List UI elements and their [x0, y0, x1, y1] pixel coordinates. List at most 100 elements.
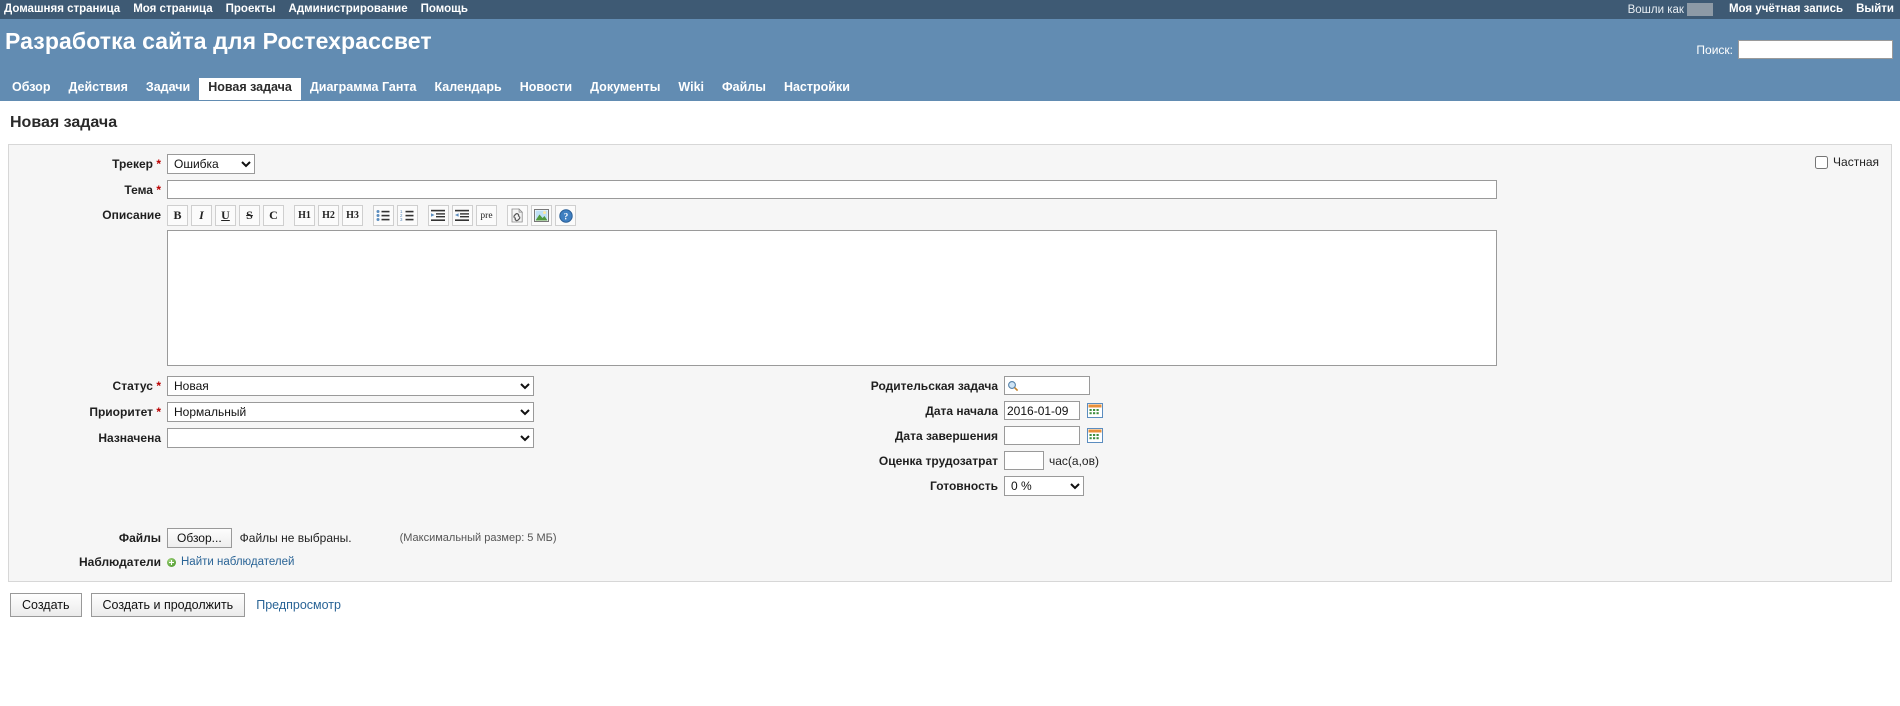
search-area: Поиск:	[1696, 40, 1893, 59]
nav-projects[interactable]: Проекты	[226, 0, 276, 19]
start-date-row: Дата начала	[844, 401, 1103, 420]
tracker-row: Трекер * Ошибка	[19, 154, 1881, 174]
search-label: Поиск:	[1696, 42, 1733, 57]
preformatted-icon[interactable]: pre	[476, 205, 497, 226]
description-textarea[interactable]	[167, 230, 1497, 366]
assignee-label: Назначена	[19, 431, 167, 445]
heading-2-icon[interactable]: H2	[318, 205, 339, 226]
unordered-list-icon[interactable]	[373, 205, 394, 226]
nav-administration[interactable]: Администрирование	[289, 0, 408, 19]
underline-icon[interactable]: U	[215, 205, 236, 226]
issue-form: Частная Трекер * Ошибка Тема * Описание	[8, 144, 1892, 582]
tab-calendar[interactable]: Календарь	[425, 77, 510, 100]
search-input[interactable]	[1738, 40, 1893, 59]
status-select[interactable]: Новая	[167, 376, 534, 396]
tracker-select[interactable]: Ошибка	[167, 154, 255, 174]
create-button[interactable]: Создать	[10, 593, 82, 617]
tab-documents[interactable]: Документы	[581, 77, 669, 100]
files-label: Файлы	[19, 531, 167, 545]
subject-label: Тема *	[19, 183, 167, 197]
files-row: Файлы Обзор... Файлы не выбраны. (Максим…	[19, 528, 1881, 548]
status-label: Статус *	[19, 379, 167, 393]
search-watchers-link[interactable]: Найти наблюдателей	[181, 556, 294, 568]
tab-gantt[interactable]: Диаграмма Ганта	[301, 77, 426, 100]
tracker-label: Трекер *	[19, 157, 167, 171]
add-icon	[167, 557, 176, 567]
subject-input[interactable]	[167, 180, 1497, 199]
parent-task-input[interactable]	[1004, 376, 1090, 395]
due-date-input[interactable]	[1004, 426, 1080, 445]
calendar-icon[interactable]	[1087, 428, 1103, 443]
wiki-toolbar: B I U S C H1 H2 H3 1 2 3 pre ?	[167, 205, 1497, 226]
estimated-hours-unit: час(а,ов)	[1049, 453, 1099, 468]
description-row: Описание B I U S C H1 H2 H3 1 2 3 pre ?	[19, 205, 1881, 366]
done-ratio-label-text: Готовность	[929, 479, 998, 493]
due-date-label-text: Дата завершения	[894, 428, 998, 443]
outdent-icon[interactable]	[452, 205, 473, 226]
watchers-label-text: Наблюдатели	[78, 555, 161, 569]
create-and-continue-button[interactable]: Создать и продолжить	[90, 593, 246, 617]
form-columns: Статус * Новая Приоритет * Нормальный На…	[19, 376, 1881, 502]
preview-link[interactable]: Предпросмотр	[256, 598, 341, 612]
private-label[interactable]: Частная	[1833, 155, 1879, 169]
files-label-text: Файлы	[118, 531, 161, 545]
priority-label-text: Приоритет	[89, 405, 153, 419]
status-row: Статус * Новая	[19, 376, 549, 396]
start-date-input[interactable]	[1004, 401, 1080, 420]
tracker-label-text: Трекер	[112, 157, 153, 171]
estimated-hours-input[interactable]	[1004, 451, 1044, 470]
nav-help[interactable]: Помощь	[421, 0, 468, 19]
priority-label: Приоритет *	[19, 405, 167, 419]
strikethrough-icon[interactable]: S	[239, 205, 260, 226]
heading-1-icon[interactable]: H1	[294, 205, 315, 226]
logged-as-prefix: Вошли как	[1627, 3, 1684, 16]
due-date-label: Дата завершения	[844, 429, 1004, 443]
browse-files-button[interactable]: Обзор...	[167, 528, 232, 548]
status-label-text: Статус	[112, 379, 153, 393]
priority-row: Приоритет * Нормальный	[19, 402, 549, 422]
link-icon[interactable]	[507, 205, 528, 226]
assignee-select[interactable]	[167, 428, 534, 448]
parent-task-field	[1004, 376, 1090, 395]
tab-files[interactable]: Файлы	[713, 77, 775, 100]
image-icon[interactable]	[531, 205, 552, 226]
description-label-text: Описание	[102, 208, 161, 222]
my-account-link[interactable]: Моя учётная запись	[1729, 0, 1843, 19]
start-date-label-text: Дата начала	[925, 403, 998, 418]
form-column-right: Родительская задача Дата начала 2016-01-…	[844, 376, 1103, 502]
tab-new-issue[interactable]: Новая задача	[199, 77, 301, 100]
form-column-left: Статус * Новая Приоритет * Нормальный На…	[19, 376, 549, 502]
tab-overview[interactable]: Обзор	[3, 77, 59, 100]
tab-settings[interactable]: Настройки	[775, 77, 859, 100]
indent-icon[interactable]	[428, 205, 449, 226]
private-checkbox-group: Частная	[1815, 155, 1879, 169]
ordered-list-icon[interactable]: 1 2 3	[397, 205, 418, 226]
done-ratio-select[interactable]: 0 %	[1004, 476, 1084, 496]
tracker-required-marker: *	[156, 157, 161, 171]
help-icon[interactable]: ?	[555, 205, 576, 226]
done-ratio-label: Готовность	[844, 479, 1004, 493]
tab-wiki[interactable]: Wiki	[669, 77, 713, 100]
code-icon[interactable]: C	[263, 205, 284, 226]
private-checkbox[interactable]	[1815, 155, 1829, 169]
nav-home[interactable]: Домашняя страница	[4, 0, 120, 19]
done-ratio-row: Готовность 0 %	[844, 476, 1103, 496]
parent-task-row: Родительская задача	[844, 376, 1103, 395]
italic-icon[interactable]: I	[191, 205, 212, 226]
tab-activity[interactable]: Действия	[59, 77, 136, 100]
calendar-icon[interactable]	[1087, 403, 1103, 418]
top-nav-account: Вошли как Моя учётная запись Выйти	[1628, 0, 1894, 19]
heading-3-icon[interactable]: H3	[342, 205, 363, 226]
assignee-label-text: Назначена	[98, 431, 161, 445]
estimated-hours-row: Оценка трудозатрат час(а,ов)	[844, 451, 1103, 470]
tab-news[interactable]: Новости	[511, 77, 581, 100]
description-editor: B I U S C H1 H2 H3 1 2 3 pre ?	[167, 205, 1497, 366]
svg-text:3: 3	[400, 217, 403, 222]
nav-my-page[interactable]: Моя страница	[133, 0, 212, 19]
tab-issues[interactable]: Задачи	[137, 77, 199, 100]
bold-icon[interactable]: B	[167, 205, 188, 226]
top-nav-links: Домашняя страница Моя страница Проекты А…	[4, 0, 468, 19]
priority-select[interactable]: Нормальный	[167, 402, 534, 422]
main-content: Новая задача Частная Трекер * Ошибка Тем…	[0, 114, 1900, 617]
logout-link[interactable]: Выйти	[1856, 0, 1894, 19]
